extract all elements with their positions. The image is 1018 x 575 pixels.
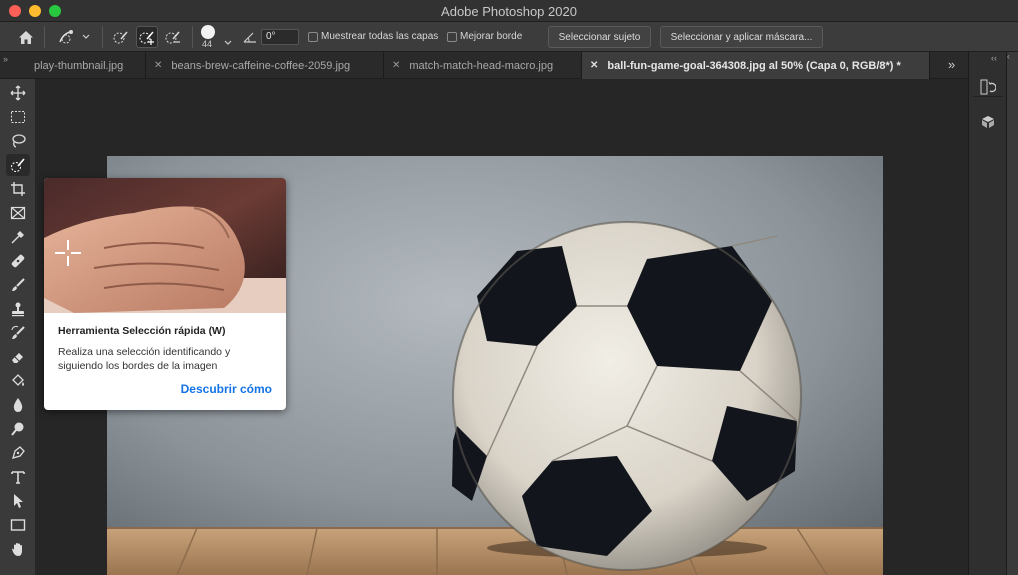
- sample-all-layers-checkbox[interactable]: [308, 32, 318, 42]
- options-bar: 44 0° Muestrear todas las capas Mejorar …: [0, 22, 1018, 52]
- quick-selection-brush-icon: [59, 30, 90, 44]
- rectangle-tool[interactable]: [6, 514, 30, 536]
- move-icon: [10, 85, 26, 101]
- crop-tool[interactable]: [6, 178, 30, 200]
- learn-how-link[interactable]: Descubrir cómo: [181, 382, 272, 396]
- tool-tooltip-card: Herramienta Selección rápida (W) Realiza…: [44, 178, 286, 410]
- path-selection-tool[interactable]: [6, 490, 30, 512]
- rectangular-marquee-icon: [11, 111, 25, 123]
- angle-input[interactable]: 0°: [261, 29, 299, 45]
- history-icon: [980, 79, 996, 95]
- add-selection-icon: [139, 31, 154, 45]
- water-drop-icon: [13, 398, 23, 412]
- dodge-icon: [11, 422, 24, 436]
- tab-label: match-match-head-macro.jpg: [409, 59, 554, 72]
- blur-tool[interactable]: [6, 394, 30, 416]
- pen-tool[interactable]: [6, 442, 30, 464]
- quick-selection-tool[interactable]: [6, 154, 30, 176]
- close-tab-icon[interactable]: ✕: [392, 60, 400, 71]
- frame-tool[interactable]: [6, 202, 30, 224]
- clone-stamp-tool[interactable]: [6, 298, 30, 320]
- brush-tip-icon: [201, 25, 215, 39]
- collapse-panels-icon[interactable]: ‹‹: [991, 53, 997, 63]
- document-tab-bar: » play-thumbnail.jpg ✕ beans-brew-caffei…: [0, 52, 968, 79]
- cube-settings-icon: [982, 116, 994, 128]
- close-tab-icon[interactable]: ✕: [590, 60, 598, 71]
- enhance-edge-label: Mejorar borde: [460, 31, 523, 42]
- subtract-from-selection-mode-button[interactable]: [162, 26, 184, 48]
- close-tab-icon[interactable]: ✕: [154, 60, 162, 71]
- dodge-tool[interactable]: [6, 418, 30, 440]
- paint-bucket-tool[interactable]: [6, 370, 30, 392]
- enhance-edge-checkbox[interactable]: [447, 32, 457, 42]
- chevron-down-icon: [224, 40, 232, 45]
- separator: [44, 26, 45, 48]
- tab-play-thumbnail[interactable]: play-thumbnail.jpg: [0, 52, 146, 79]
- new-selection-mode-button[interactable]: [110, 26, 132, 48]
- type-tool[interactable]: [6, 466, 30, 488]
- history-brush-icon: [11, 325, 25, 339]
- add-to-selection-mode-button[interactable]: [136, 26, 158, 48]
- lasso-tool[interactable]: [6, 130, 30, 152]
- collapse-icon[interactable]: ‹: [1007, 52, 1018, 66]
- move-tool[interactable]: [6, 82, 30, 104]
- tab-label: beans-brew-caffeine-coffee-2059.jpg: [171, 59, 351, 72]
- eraser-icon: [12, 353, 23, 363]
- panel-dock: ‹‹: [968, 52, 1006, 575]
- tooltip-title: Herramienta Selección rápida (W): [58, 325, 226, 337]
- brush-tool[interactable]: [6, 274, 30, 296]
- history-panel-button[interactable]: [977, 76, 999, 98]
- tooltip-description: Realiza una selección identificando y si…: [58, 346, 231, 372]
- separator: [102, 26, 103, 48]
- bandage-icon: [11, 254, 25, 268]
- properties-panel-button[interactable]: [977, 112, 999, 134]
- rectangle-icon: [10, 519, 26, 531]
- frame-icon: [10, 206, 26, 220]
- quick-selection-icon: [11, 158, 25, 172]
- tab-match-head[interactable]: ✕ match-match-head-macro.jpg: [384, 52, 582, 79]
- eraser-tool[interactable]: [6, 346, 30, 368]
- pen-icon: [12, 446, 25, 459]
- healing-brush-tool[interactable]: [6, 250, 30, 272]
- stamp-icon: [12, 302, 24, 317]
- home-button[interactable]: [14, 26, 38, 48]
- brush-size-value: 44: [202, 39, 213, 49]
- home-icon: [19, 30, 33, 44]
- window-title: Adobe Photoshop 2020: [441, 4, 577, 19]
- tab-label: play-thumbnail.jpg: [34, 59, 124, 72]
- separator: [973, 96, 1003, 97]
- title-bar: Adobe Photoshop 2020: [0, 0, 1018, 22]
- lasso-icon: [12, 134, 26, 148]
- tool-preset-picker[interactable]: [54, 26, 94, 48]
- tab-label: ball-fun-game-goal-364308.jpg al 50% (Ca…: [607, 59, 901, 72]
- side-panel: ‹: [1006, 52, 1018, 575]
- eyedropper-icon: [11, 231, 24, 244]
- eyedropper-tool[interactable]: [6, 226, 30, 248]
- type-icon: [11, 471, 25, 484]
- marquee-tool[interactable]: [6, 106, 30, 128]
- history-brush-tool[interactable]: [6, 322, 30, 344]
- select-subject-button[interactable]: Seleccionar sujeto: [548, 26, 651, 48]
- hand-tool[interactable]: [6, 538, 30, 560]
- paint-bucket-icon: [12, 374, 24, 386]
- hand-icon: [12, 543, 22, 556]
- sample-all-layers-label: Muestrear todas las capas: [321, 31, 439, 42]
- separator: [192, 26, 193, 48]
- new-selection-icon: [113, 31, 128, 44]
- brush-icon: [12, 278, 25, 291]
- brush-size-dropdown[interactable]: [224, 33, 232, 51]
- tooltip-preview-image: [44, 178, 286, 313]
- crop-icon: [11, 182, 25, 196]
- arrow-pointer-icon: [14, 494, 23, 508]
- tab-ball-fun-game[interactable]: ✕ ball-fun-game-goal-364308.jpg al 50% (…: [582, 52, 930, 79]
- subtract-selection-icon: [165, 31, 180, 44]
- tools-panel: [0, 79, 36, 575]
- more-tabs-button[interactable]: »: [948, 57, 955, 72]
- select-and-mask-button[interactable]: Seleccionar y aplicar máscara...: [660, 26, 823, 48]
- tab-beans-brew[interactable]: ✕ beans-brew-caffeine-coffee-2059.jpg: [146, 52, 384, 79]
- angle-icon: [243, 30, 257, 48]
